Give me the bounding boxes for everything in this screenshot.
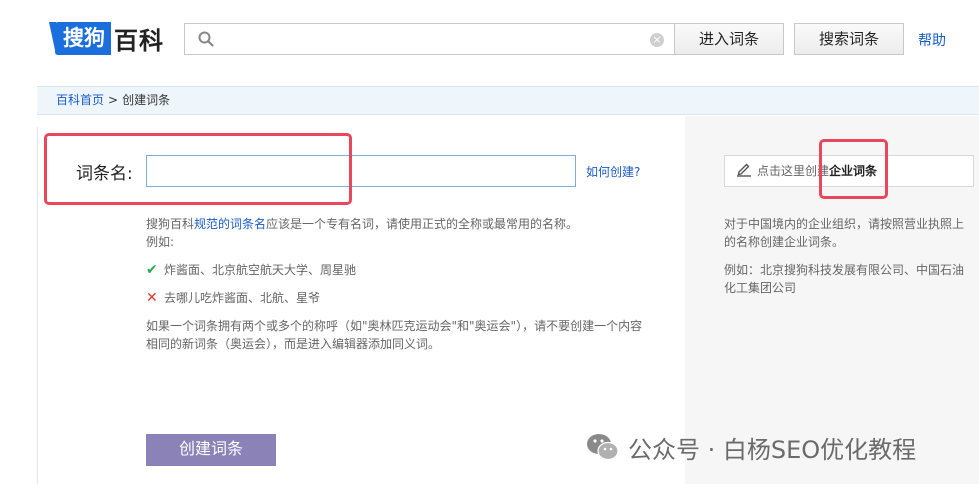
wechat-watermark: 公众号 · 白杨SEO优化教程 (586, 430, 916, 464)
breadcrumb-separator: > (108, 93, 119, 107)
synonym-note-line2: 相同的新词条（奥运会），而是进入编辑器添加同义词。 (146, 337, 441, 351)
breadcrumb-current: 创建词条 (122, 93, 171, 107)
logo-text: 百科 (114, 26, 164, 55)
enter-entry-button[interactable]: 进入词条 (674, 23, 784, 55)
example-label: 例如: (146, 235, 175, 249)
pencil-icon (737, 163, 751, 177)
annotation-highlight-box-enterprise (819, 139, 888, 199)
watermark-text: 公众号 · 白杨SEO优化教程 (628, 435, 917, 464)
search-input[interactable] (225, 26, 645, 52)
logo-badge: 搜狗 (49, 21, 111, 55)
create-entry-button[interactable]: 创建词条 (146, 434, 276, 466)
wechat-icon (587, 434, 619, 461)
enterprise-desc-line2: 的名称创建企业词条。 (724, 235, 845, 249)
search-box: × (184, 23, 674, 55)
clear-icon[interactable]: × (650, 33, 664, 47)
good-example: 炸酱面、北京航空航天大学、周星驰 (164, 263, 357, 277)
enterprise-example-line1: 例如：北京搜狗科技发展有限公司、中国石油 (724, 263, 965, 277)
sogou-baike-logo[interactable]: 搜狗 百科 (49, 20, 164, 56)
hint-suffix: 应该是一个专有名词，请使用正式的全称或最常用的名称。 (266, 217, 579, 231)
help-link[interactable]: 帮助 (918, 30, 946, 50)
enterprise-example-line2: 化工集团公司 (724, 281, 797, 295)
search-entry-button[interactable]: 搜索词条 (794, 23, 904, 55)
breadcrumb: 百科首页 > 创建词条 (37, 86, 979, 115)
synonym-note-line1: 如果一个词条拥有两个或多个的称呼（如"奥林匹克运动会"和"奥运会"），请不要创建… (146, 319, 643, 333)
cross-icon: ✕ (146, 290, 158, 306)
naming-rule-link[interactable]: 规范的词条名 (194, 217, 266, 231)
annotation-highlight-box (44, 133, 352, 205)
hint-prefix: 搜狗百科 (146, 217, 195, 231)
breadcrumb-home-link[interactable]: 百科首页 (56, 93, 104, 107)
enterprise-desc-line1: 对于中国境内的企业组织，请按照营业执照上 (724, 217, 965, 231)
search-icon (198, 31, 214, 47)
bad-example: 去哪儿吃炸酱面、北航、星爷 (164, 291, 321, 305)
check-icon: ✔ (146, 262, 158, 278)
how-to-create-link[interactable]: 如何创建? (586, 163, 640, 180)
naming-hint: 搜狗百科规范的词条名应该是一个专有名词，请使用正式的全称或最常用的名称。 (146, 215, 578, 233)
